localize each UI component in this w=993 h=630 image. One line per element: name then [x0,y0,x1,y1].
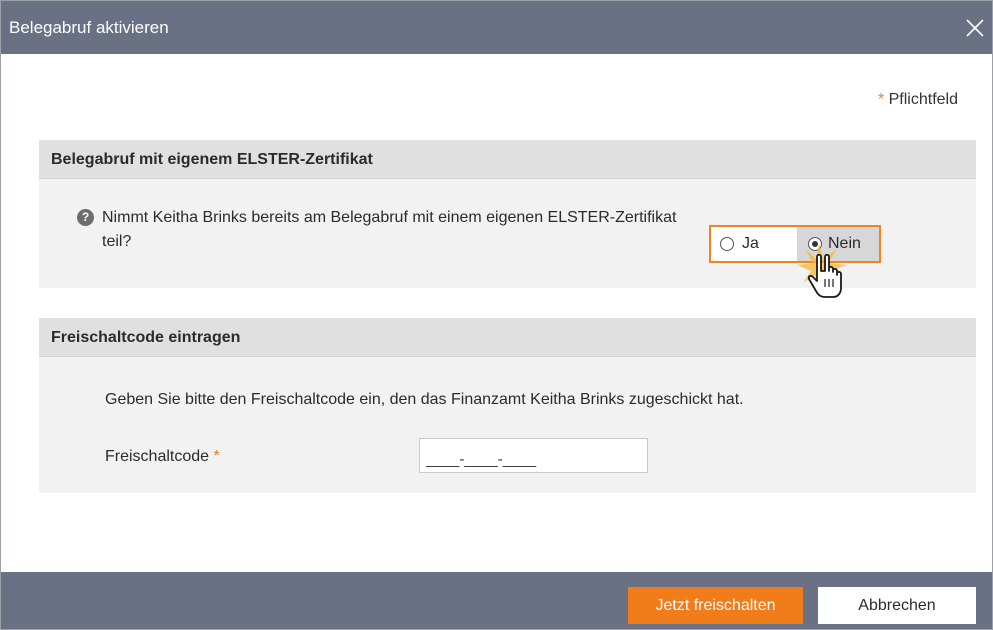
unlock-code-input[interactable] [419,438,648,473]
required-field-note: * Pflichtfeld [878,91,958,109]
required-star: * [877,91,885,108]
activate-now-button[interactable]: Jetzt freischalten [628,587,803,624]
dialog-title: Belegabruf aktivieren [9,18,169,37]
click-highlight-cursor-icon [797,241,857,303]
code-required-star: * [213,448,220,465]
radio-label-ja: Ja [742,235,759,252]
code-field-label: Freischaltcode * [105,448,220,466]
dialog-title-bar: Belegabruf aktivieren [1,1,992,54]
certificate-section-header: Belegabruf mit eigenem ELSTER-Zertifikat [39,140,976,179]
cancel-button[interactable]: Abbrechen [818,587,976,624]
radio-option-ja[interactable]: Ja [711,227,797,261]
code-section-header: Freischaltcode eintragen [39,318,976,357]
code-instruction-text: Geben Sie bitte den Freischaltcode ein, … [105,391,744,408]
activation-dialog: Belegabruf aktivieren * Pflichtfeld Bele… [0,0,993,630]
code-field-label-text: Freischaltcode [105,448,210,465]
question-circle-icon[interactable]: ? [77,209,94,226]
required-note-label: Pflichtfeld [888,91,958,108]
certificate-question: Nimmt Keitha Brinks bereits am Belegabru… [102,209,677,250]
close-icon[interactable] [958,11,992,45]
radio-circle-ja[interactable] [720,237,734,251]
